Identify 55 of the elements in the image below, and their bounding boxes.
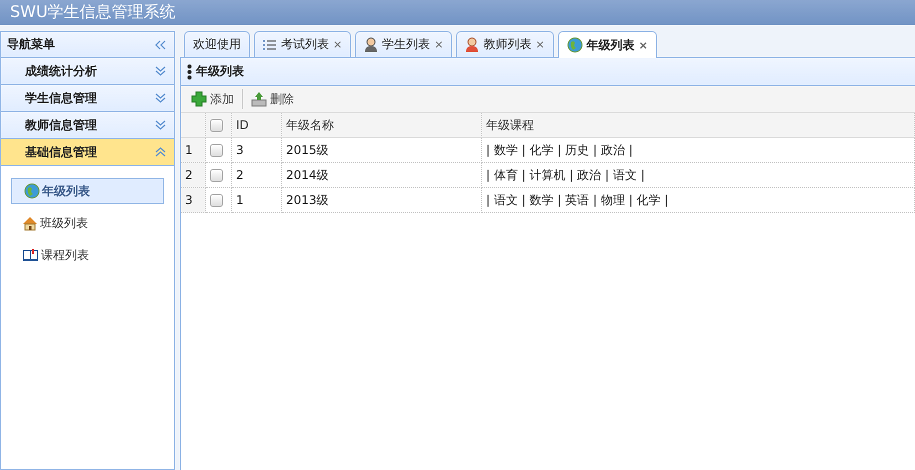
nav-item[interactable]: 年级列表 [11,178,164,204]
app-title: SWU学生信息管理系统 [10,2,176,23]
table-cell: 2015级 [282,138,482,163]
table-cell: 1 [232,188,282,213]
house-icon [22,216,38,230]
book-icon [22,248,39,262]
tab[interactable]: 考试列表 × [254,31,352,57]
dots-icon [187,64,192,80]
globe-icon [566,37,583,53]
row-number: 2 [181,163,206,188]
plus-icon [191,91,207,107]
collapse-sidebar-icon[interactable] [155,40,166,50]
collapse-icon[interactable] [155,147,166,157]
column-header[interactable]: 年级名称 [282,113,482,138]
panel-title: 年级列表 [196,63,244,80]
row-checkbox[interactable] [210,168,223,182]
expand-icon[interactable] [155,120,166,130]
person-icon [364,37,378,52]
nav-section[interactable]: 基础信息管理 [1,139,174,166]
tray-icon [251,91,267,107]
tab[interactable]: 教师列表 × [456,31,554,57]
row-number: 1 [181,138,206,163]
expand-icon[interactable] [155,93,166,103]
table-cell: 2013级 [282,188,482,213]
close-icon[interactable]: × [434,38,444,51]
column-header[interactable]: 年级课程 [482,113,915,138]
row-checkbox[interactable] [210,194,223,206]
list-icon [263,38,277,50]
globe-icon [24,183,40,199]
tab[interactable]: 学生列表 × [355,31,452,57]
row-number: 3 [181,188,206,213]
nav-item[interactable]: 班级列表 [9,210,164,236]
expand-icon[interactable] [155,66,166,76]
tab[interactable]: 欢迎使用 [184,31,250,57]
close-icon[interactable]: × [333,38,342,51]
table-cell: | 语文 | 数学 | 英语 | 物理 | 化学 | [482,188,915,213]
table-cell: | 体育 | 计算机 | 政治 | 语文 | [482,163,915,188]
table-cell: | 数学 | 化学 | 历史 | 政治 | [482,138,915,163]
close-icon[interactable]: × [535,38,545,51]
tab[interactable]: 年级列表 × [558,31,657,58]
nav-section[interactable]: 教师信息管理 [1,112,174,139]
person-icon [465,37,480,52]
column-header[interactable]: ID [232,113,282,138]
add-button[interactable]: 添加 [187,90,238,108]
close-icon[interactable]: × [638,38,648,52]
table-cell: 2014级 [282,163,482,188]
nav-item[interactable]: 课程列表 [9,242,164,268]
table-cell: 2 [232,163,282,188]
nav-section[interactable]: 成绩统计分析 [1,58,174,85]
table-cell: 3 [232,138,282,163]
nav-title: 导航菜单 [7,36,55,53]
delete-button[interactable]: 删除 [247,90,298,108]
row-checkbox[interactable] [210,144,223,156]
nav-section[interactable]: 学生信息管理 [1,85,174,112]
select-all-checkbox[interactable] [210,118,223,132]
